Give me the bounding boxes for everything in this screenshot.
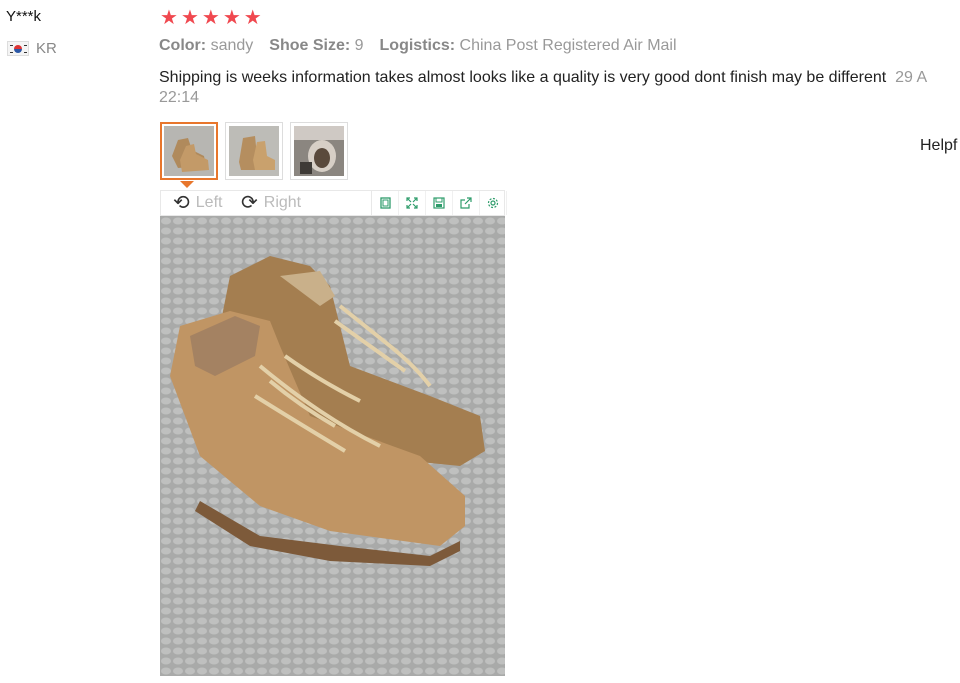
boots-photo-thumbnail bbox=[229, 126, 279, 176]
attr-color: Color: sandy bbox=[159, 37, 254, 54]
image-thumbnails bbox=[160, 122, 348, 180]
thumbnail-3[interactable] bbox=[290, 122, 348, 180]
star-icon: ★ bbox=[201, 7, 220, 29]
rotate-left-icon: ⟲ bbox=[173, 192, 190, 214]
star-rating: ★ ★ ★ ★ ★ bbox=[160, 8, 262, 28]
helpful-label[interactable]: Helpf bbox=[920, 137, 957, 155]
review-time: 22:14 bbox=[159, 89, 200, 106]
rotate-left-button[interactable]: ⟲ Left bbox=[173, 193, 222, 213]
review-text: Shipping is weeks information takes almo… bbox=[159, 67, 960, 89]
review-date: 29 A bbox=[895, 69, 928, 86]
korea-flag-icon bbox=[7, 41, 29, 56]
star-icon: ★ bbox=[160, 7, 178, 29]
viewer-tools bbox=[371, 191, 507, 215]
rotate-right-button[interactable]: ⟳ Right bbox=[241, 193, 301, 213]
boots-photo-thumbnail bbox=[164, 126, 214, 176]
save-icon[interactable] bbox=[426, 191, 453, 215]
reviewer-country: KR bbox=[7, 40, 57, 57]
attr-logistics: Logistics: China Post Registered Air Mai… bbox=[379, 37, 677, 54]
share-icon[interactable] bbox=[453, 191, 480, 215]
country-code: KR bbox=[36, 40, 57, 57]
rotate-left-label: Left bbox=[195, 194, 223, 211]
thumbnail-1[interactable] bbox=[160, 122, 218, 180]
thumbnail-2[interactable] bbox=[225, 122, 283, 180]
reviewer-name: Y***k bbox=[6, 8, 42, 25]
image-viewer-toolbar: ⟲ Left ⟳ Right bbox=[160, 190, 507, 216]
rotate-right-icon: ⟳ bbox=[241, 192, 258, 214]
star-icon: ★ bbox=[180, 7, 199, 29]
star-icon: ★ bbox=[222, 7, 241, 29]
inside-shoe-photo-thumbnail bbox=[294, 126, 344, 176]
review-photo-boots bbox=[160, 216, 505, 676]
active-thumbnail-caret bbox=[180, 181, 194, 188]
attr-shoe-size: Shoe Size: 9 bbox=[269, 37, 364, 54]
fullscreen-icon[interactable] bbox=[399, 191, 426, 215]
review-body: Shipping is weeks information takes almo… bbox=[159, 69, 887, 86]
settings-icon[interactable] bbox=[480, 191, 507, 215]
fit-icon[interactable] bbox=[372, 191, 399, 215]
rotate-right-label: Right bbox=[263, 194, 302, 211]
star-icon: ★ bbox=[243, 7, 262, 29]
order-attributes: Color: sandy Shoe Size: 9 Logistics: Chi… bbox=[159, 37, 677, 55]
